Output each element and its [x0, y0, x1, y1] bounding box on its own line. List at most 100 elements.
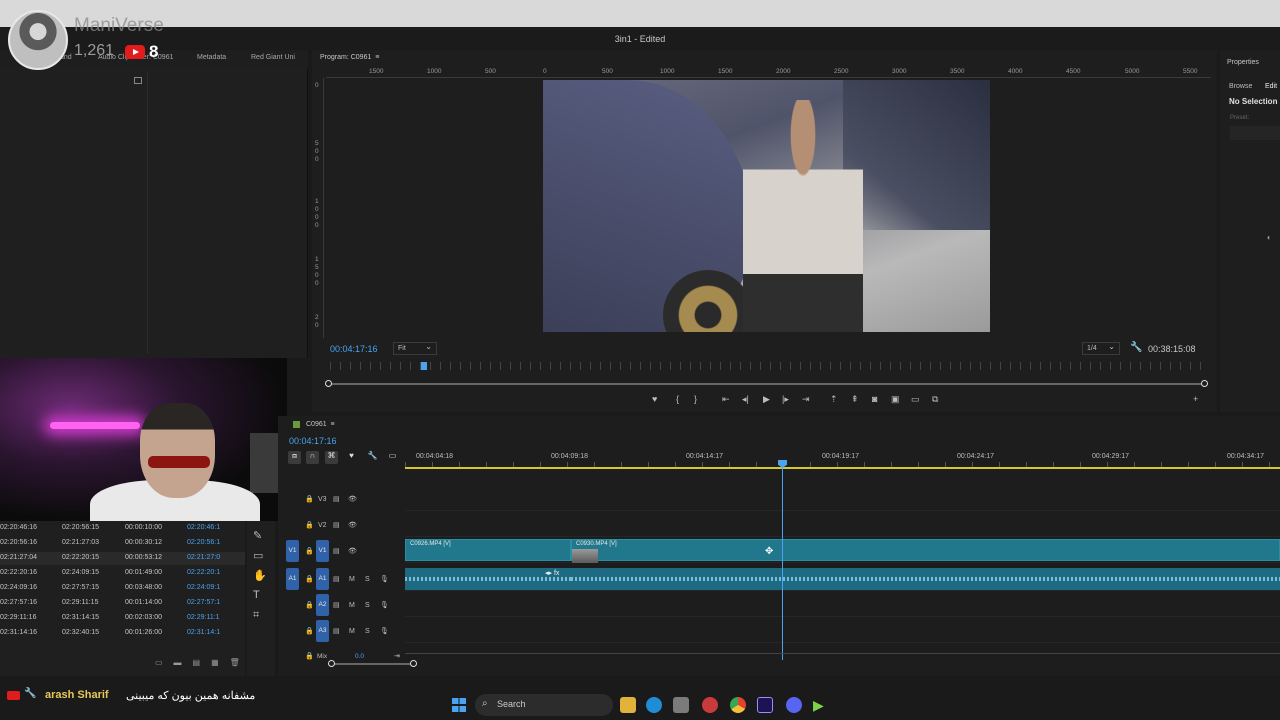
table-cell[interactable]: 00:03:48:00	[125, 584, 162, 591]
solo-button[interactable]: S	[365, 576, 370, 583]
table-cell[interactable]: 00:01:49:00	[125, 569, 162, 576]
mark-in-icon[interactable]: {	[676, 394, 679, 404]
step-forward-icon[interactable]: |▸	[782, 394, 789, 405]
nest-icon[interactable]: ⧈	[288, 451, 301, 464]
play-icon[interactable]: ▶	[763, 394, 770, 405]
eye-icon[interactable]: 👁	[348, 495, 357, 503]
eye-icon[interactable]: 👁	[348, 547, 357, 555]
tab-edit[interactable]: Edit	[1265, 83, 1277, 90]
table-cell[interactable]: 02:24:09:16	[0, 584, 37, 591]
table-cell[interactable]: 02:29:11:1	[187, 614, 220, 621]
overlay-icon[interactable]: ▣	[891, 394, 900, 405]
sync-icon[interactable]: ▤	[333, 521, 340, 529]
lock-icon[interactable]: 🔒	[305, 627, 314, 635]
table-cell[interactable]: 02:31:14:16	[0, 629, 37, 636]
lock-icon[interactable]: 🔒	[305, 521, 314, 529]
track-v3[interactable]	[405, 487, 1280, 511]
sequence-timecode[interactable]: 00:04:17:16	[289, 436, 337, 446]
audio-clip-a1-2[interactable]	[571, 568, 1280, 590]
track-target-v1[interactable]: V1	[316, 540, 329, 562]
tab-metadata[interactable]: Metadata	[197, 54, 226, 61]
premiere-icon[interactable]	[757, 697, 773, 713]
microphone-icon[interactable]: 🎙	[380, 627, 389, 635]
sync-icon[interactable]: ▤	[333, 575, 340, 583]
windows-start-icon[interactable]	[452, 698, 466, 712]
file-explorer-icon[interactable]	[620, 697, 636, 713]
audio-icon[interactable]: ◖	[1266, 233, 1271, 242]
tab-properties[interactable]: Properties	[1227, 59, 1259, 66]
table-cell[interactable]: 02:27:57:16	[0, 599, 37, 606]
table-cell[interactable]: 02:29:11:16	[0, 614, 36, 621]
extract-icon[interactable]: ⇞	[851, 394, 859, 405]
table-cell[interactable]: 02:21:27:03	[62, 539, 99, 546]
camera-icon[interactable]: ◙	[872, 394, 877, 404]
sync-icon[interactable]: ▤	[333, 601, 340, 609]
table-cell[interactable]: 02:22:20:1	[187, 569, 220, 576]
panel-menu-icon[interactable]	[134, 77, 142, 84]
source-patch-v1[interactable]: V1	[286, 540, 299, 562]
video-preview[interactable]	[543, 80, 990, 332]
source-patch-a1[interactable]: A1	[286, 568, 299, 590]
table-cell[interactable]: 02:27:57:1	[187, 599, 220, 606]
sync-icon[interactable]: ▤	[333, 627, 340, 635]
track-a3[interactable]	[405, 619, 1280, 643]
compare-icon[interactable]: ▭	[911, 394, 920, 405]
monitor-playhead[interactable]	[421, 362, 427, 370]
hand-tool-icon[interactable]: ✋	[253, 569, 267, 582]
tab-red-giant[interactable]: Red Giant Uni	[251, 54, 295, 61]
work-area-bar[interactable]	[405, 467, 1280, 469]
pen-tool-icon[interactable]: ✎	[253, 529, 262, 542]
mix-value[interactable]: 0.0	[355, 653, 364, 660]
add-marker-icon[interactable]: ♥	[345, 451, 358, 464]
table-cell[interactable]: 02:24:09:15	[62, 569, 99, 576]
microphone-icon[interactable]: 🎙	[380, 575, 389, 583]
table-cell[interactable]: 00:00:30:12	[125, 539, 162, 546]
media-player-icon[interactable]: ▶	[813, 697, 829, 713]
mute-button[interactable]: M	[349, 576, 355, 583]
lock-icon[interactable]: 🔒	[305, 547, 314, 555]
caption-tool-icon[interactable]: ⌗	[253, 609, 259, 622]
track-target-a3[interactable]: A3	[316, 620, 329, 642]
mix-end-icon[interactable]: ⇥	[394, 652, 400, 660]
mute-button[interactable]: M	[349, 602, 355, 609]
tab-program-monitor[interactable]: Program: C0961 ≡	[320, 54, 379, 61]
table-cell[interactable]: 02:22:20:15	[62, 554, 99, 561]
step-back-icon[interactable]: ◂|	[742, 394, 749, 405]
table-cell[interactable]: 02:21:27:0	[187, 554, 220, 561]
marker-icon[interactable]: ♥	[652, 394, 657, 404]
table-cell[interactable]: 02:24:09:1	[187, 584, 220, 591]
tab-browse[interactable]: Browse	[1229, 83, 1252, 90]
settings-wrench-icon[interactable]: 🔧	[366, 451, 379, 464]
app-icon[interactable]	[702, 697, 718, 713]
scrollbar-handle-left[interactable]	[325, 380, 332, 387]
table-cell[interactable]: 02:20:56:1	[187, 539, 220, 546]
video-clip-c0930[interactable]	[571, 539, 1280, 561]
table-cell[interactable]: 02:29:11:15	[62, 599, 98, 606]
solo-button[interactable]: S	[365, 602, 370, 609]
lift-icon[interactable]: ⇡	[830, 394, 838, 405]
table-cell[interactable]: 00:02:03:00	[125, 614, 162, 621]
timeline-scrollbar[interactable]	[330, 663, 414, 665]
lock-icon[interactable]: 🔒	[305, 575, 314, 583]
linked-selection-icon[interactable]: ⌘	[325, 451, 338, 464]
scrollbar-handle-left[interactable]	[328, 660, 335, 667]
store-icon[interactable]	[673, 697, 689, 713]
table-footer-icons[interactable]: ▭▬▤▦🗑	[155, 658, 251, 667]
sync-icon[interactable]: ▤	[333, 547, 340, 555]
snap-icon[interactable]: ∩	[306, 451, 319, 464]
discord-icon[interactable]	[786, 697, 802, 713]
table-cell[interactable]: 02:20:46:16	[0, 524, 37, 531]
tab-sequence[interactable]: C0961 ≡	[306, 421, 335, 428]
lock-icon[interactable]: 🔒	[305, 495, 314, 503]
type-tool-icon[interactable]: T	[253, 589, 260, 601]
table-cell[interactable]: 02:20:56:16	[0, 539, 37, 546]
solo-button[interactable]: S	[365, 628, 370, 635]
lock-icon[interactable]: 🔒	[305, 601, 314, 609]
taskbar-search[interactable]: Search	[475, 694, 613, 716]
scrollbar-handle-right[interactable]	[1201, 380, 1208, 387]
track-target-a1[interactable]: A1	[316, 568, 329, 590]
track-a2[interactable]	[405, 593, 1280, 617]
lock-icon[interactable]: 🔒	[305, 652, 314, 660]
mark-out-icon[interactable]: }	[694, 394, 697, 404]
table-cell[interactable]: 00:01:26:00	[125, 629, 162, 636]
